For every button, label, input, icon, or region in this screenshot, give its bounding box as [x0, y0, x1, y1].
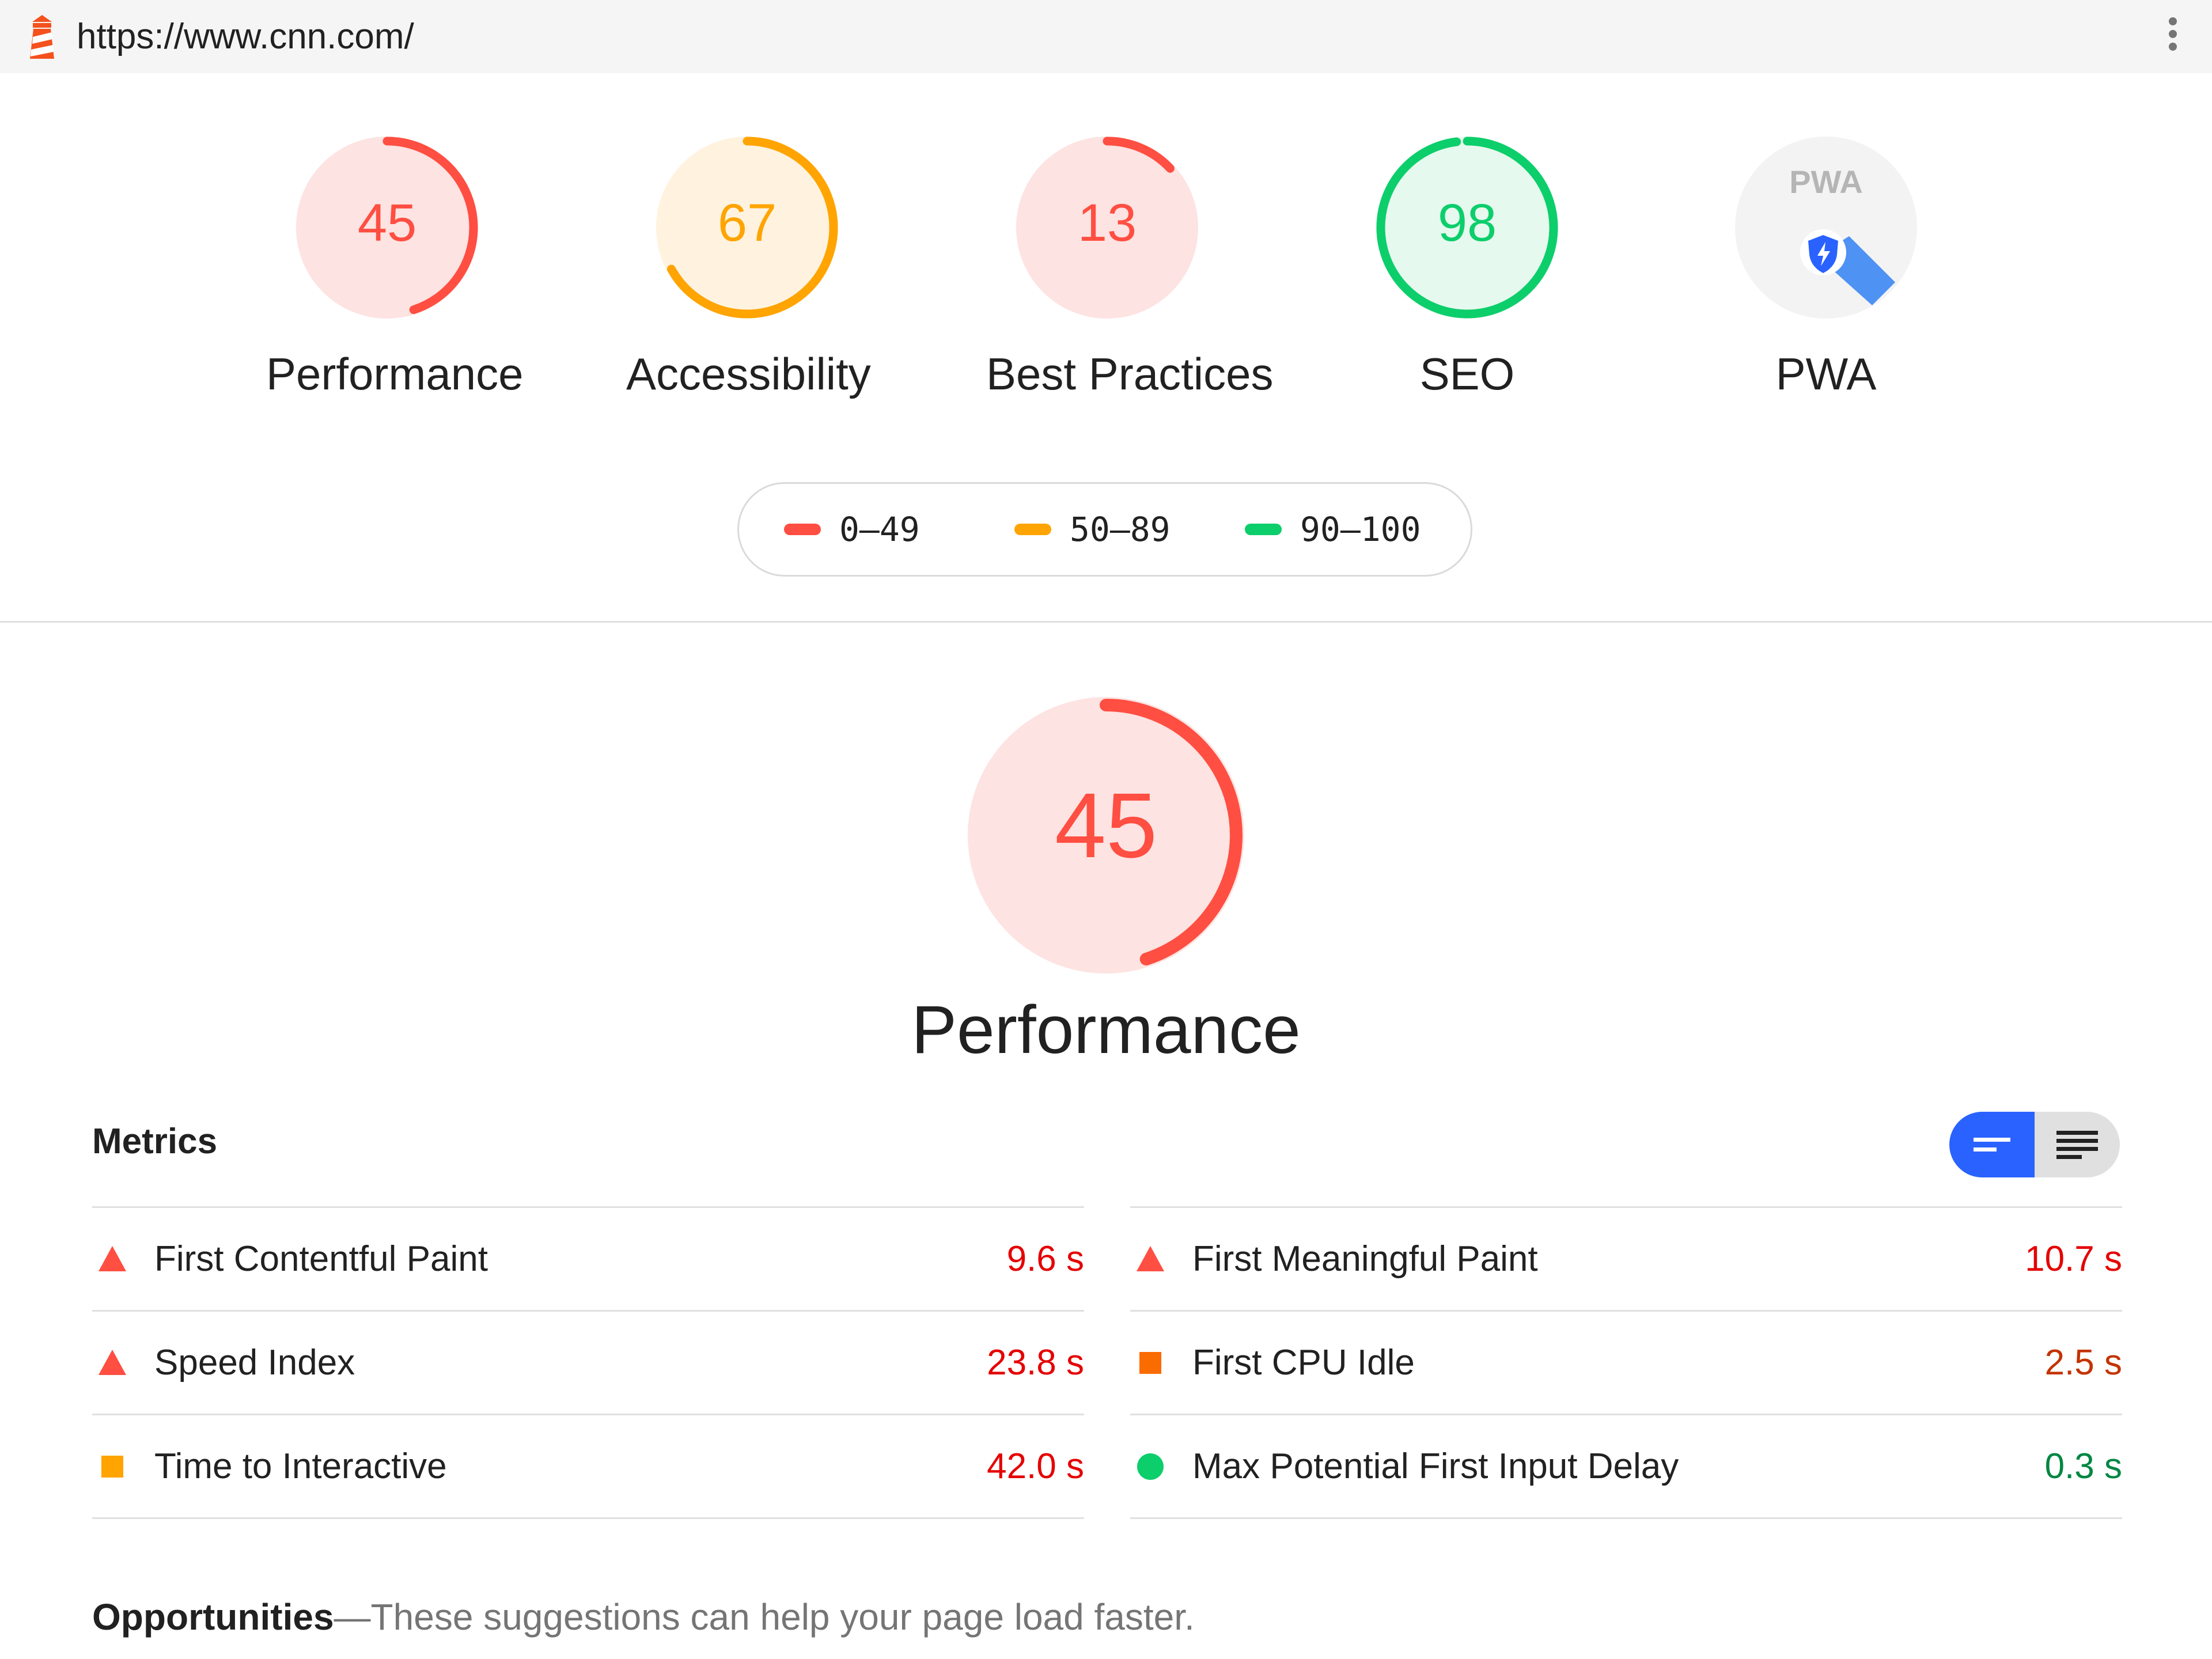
performance-main-gauge: 45 — [945, 691, 1267, 982]
average-square-icon — [101, 1456, 123, 1478]
metrics-column-left: First Contentful Paint 9.6 s Speed Index… — [92, 1206, 1084, 1519]
fail-swatch-icon — [784, 524, 821, 535]
average-swatch-icon — [1014, 524, 1051, 535]
expanded-view-button[interactable] — [2035, 1112, 2120, 1177]
more-vert-icon[interactable] — [2161, 13, 2184, 61]
section-divider — [0, 621, 2212, 623]
metric-value: 10.7 s — [2025, 1239, 2122, 1279]
category-gauge-pwa[interactable]: PWA PWA — [1705, 132, 1947, 400]
seo-gauge-ring: 98 — [1376, 137, 1558, 319]
metrics-view-toggle[interactable] — [1949, 1112, 2120, 1177]
legend-item-fail: 0–49 — [784, 484, 920, 575]
pass-swatch-icon — [1245, 524, 1282, 535]
performance-gauge-ring: 45 — [296, 137, 478, 319]
accessibility-gauge-ring: 67 — [656, 137, 838, 319]
browser-bar: https://www.cnn.com/ — [0, 0, 2212, 73]
metric-row-first-cpu-idle: First CPU Idle 2.5 s — [1130, 1310, 2122, 1414]
metric-row-speed-index: Speed Index 23.8 s — [92, 1310, 1084, 1414]
fail-triangle-icon — [99, 1350, 126, 1375]
compact-view-button[interactable] — [1949, 1112, 2035, 1177]
metric-row-max-potential-fid: Max Potential First Input Delay 0.3 s — [1130, 1414, 2122, 1519]
lighthouse-icon — [30, 15, 54, 59]
pwa-badge-text: PWA — [1789, 164, 1863, 200]
metric-name: Max Potential First Input Delay — [1192, 1446, 1679, 1486]
category-gauge-best-practices[interactable]: 13 Best Practices — [986, 132, 1274, 400]
compact-view-icon — [1974, 1138, 2010, 1152]
legend-range-fail: 0–49 — [839, 510, 920, 549]
performance-label: Performance — [266, 349, 524, 399]
metrics-heading: Metrics — [92, 1122, 218, 1161]
legend-range-pass: 90–100 — [1300, 510, 1421, 549]
best-practices-gauge-ring: 13 — [1016, 137, 1198, 319]
metric-value: 42.0 s — [987, 1446, 1084, 1486]
average-square-icon — [1139, 1352, 1161, 1374]
seo-score: 98 — [1438, 194, 1497, 252]
category-gauge-accessibility[interactable]: 67 Accessibility — [626, 132, 871, 400]
opportunities-description: —These suggestions can help your page lo… — [334, 1596, 1195, 1638]
pwa-badge-icon: PWA — [1735, 137, 1917, 319]
accessibility-label: Accessibility — [626, 349, 871, 399]
seo-label: SEO — [1419, 349, 1515, 399]
metric-row-first-meaningful-paint: First Meaningful Paint 10.7 s — [1130, 1206, 2122, 1310]
metric-value: 9.6 s — [1006, 1239, 1084, 1279]
metric-name: First CPU Idle — [1192, 1343, 1415, 1382]
performance-main-gauge-ring: 45 — [968, 697, 1244, 974]
best-practices-score: 13 — [1078, 194, 1137, 252]
legend-item-average: 50–89 — [1014, 484, 1171, 575]
legend-item-pass: 90–100 — [1245, 484, 1421, 575]
url-text[interactable]: https://www.cnn.com/ — [77, 0, 414, 73]
metric-name: Speed Index — [154, 1343, 355, 1382]
metric-row-time-to-interactive: Time to Interactive 42.0 s — [92, 1414, 1084, 1519]
performance-section-title: Performance — [911, 992, 1301, 1068]
opportunities-header: Opportunities—These suggestions can help… — [92, 1596, 1195, 1638]
metric-row-first-contentful-paint: First Contentful Paint 9.6 s — [92, 1206, 1084, 1310]
metric-name: First Contentful Paint — [154, 1239, 488, 1279]
accessibility-score: 67 — [718, 194, 777, 252]
category-gauge-seo[interactable]: 98 SEO — [1346, 132, 1588, 400]
pass-circle-icon — [1137, 1453, 1164, 1480]
metric-value: 0.3 s — [2044, 1446, 2122, 1486]
metric-value: 23.8 s — [987, 1343, 1084, 1382]
category-gauge-performance[interactable]: 45 Performance — [266, 132, 524, 400]
metric-value: 2.5 s — [2044, 1343, 2122, 1382]
performance-score: 45 — [358, 194, 416, 252]
metrics-column-right: First Meaningful Paint 10.7 s First CPU … — [1130, 1206, 2122, 1519]
fail-triangle-icon — [99, 1246, 126, 1271]
score-legend: 0–49 50–89 90–100 — [737, 482, 1472, 577]
metric-name: First Meaningful Paint — [1192, 1239, 1538, 1279]
expanded-view-icon — [2056, 1131, 2098, 1159]
legend-range-average: 50–89 — [1070, 510, 1171, 549]
best-practices-label: Best Practices — [986, 349, 1274, 399]
fail-triangle-icon — [1137, 1246, 1164, 1271]
pwa-label: PWA — [1775, 349, 1877, 399]
opportunities-title: Opportunities — [92, 1596, 334, 1638]
performance-main-score: 45 — [1055, 774, 1157, 877]
metric-name: Time to Interactive — [154, 1446, 447, 1486]
